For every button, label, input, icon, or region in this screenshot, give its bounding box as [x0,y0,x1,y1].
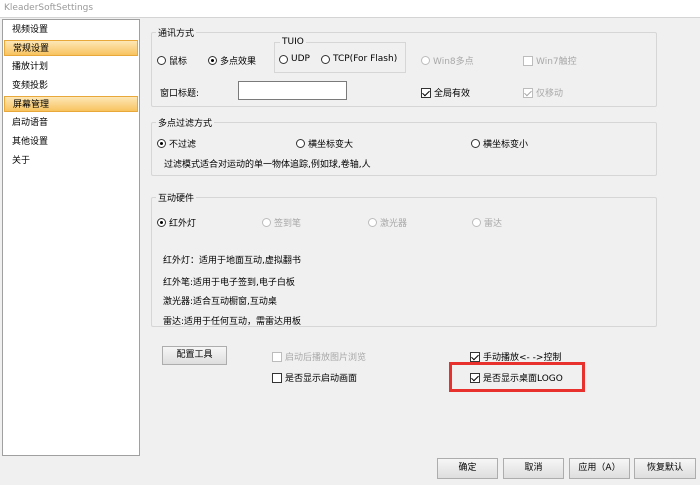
radio-filter-x-down[interactable]: 横坐标变小 [471,137,528,150]
checkbox-show-start-screen[interactable]: 是否显示启动画面 [272,371,357,384]
radio-multitouch-label: 多点效果 [220,57,257,67]
radio-mouse[interactable]: 鼠标 [157,54,187,67]
radio-hw-infrared-label: 红外灯 [169,219,197,229]
checkbox-global[interactable]: 全局有效 [421,86,470,99]
sidebar-item-schedule[interactable]: 播放计划 [4,59,138,75]
sidebar-item-about[interactable]: 关于 [4,153,138,169]
sidebar-item-voice[interactable]: 启动语音 [4,115,138,131]
radio-tcp[interactable]: TCP(For Flash) [321,54,397,64]
hardware-desc-radar: 雷达:适用于任何互动，需雷达用板 [163,317,302,327]
radio-hw-laser[interactable]: 激光器 [368,216,407,229]
radio-hw-pen-indicator [262,218,271,227]
filter-description: 过滤模式适合对运动的单一物体追踪,例如球,卷轴,人 [164,160,371,170]
hardware-group-title: 互动硬件 [156,191,197,204]
checkbox-browse-after-start[interactable]: 启动后播放图片浏览 [272,350,366,363]
checkbox-manual-play-box [470,351,480,362]
radio-hw-radar[interactable]: 雷达 [472,216,502,229]
radio-multitouch[interactable]: 多点效果 [208,54,256,67]
config-tool-button[interactable]: 配置工具 [162,346,227,365]
radio-filter-none[interactable]: 不过滤 [157,137,196,150]
radio-udp-indicator [279,54,288,64]
ok-button[interactable]: 确定 [437,458,498,479]
radio-hw-radar-label: 雷达 [484,219,503,229]
radio-filter-x-up-label: 横坐标变大 [308,140,354,150]
radio-filter-x-up-indicator [296,139,305,148]
apply-button[interactable]: 应用（A） [569,458,630,479]
sidebar-item-general[interactable]: 常规设置 [4,40,138,56]
checkbox-win7-box [523,55,533,66]
radio-filter-x-down-label: 横坐标变小 [483,140,529,150]
radio-mouse-label: 鼠标 [169,57,188,67]
checkbox-global-label: 全局有效 [434,89,471,99]
sidebar-item-video[interactable]: 视频设置 [4,22,138,38]
settings-sidebar: 视频设置 常规设置 播放计划 变频投影 屏幕管理 启动语音 其他设置 关于 [2,19,140,456]
radio-hw-infrared-indicator [157,218,166,227]
window-title: KleaderSoftSettings [4,3,94,13]
checkbox-win7[interactable]: Win7触控 [523,54,577,67]
radio-tcp-label: TCP(For Flash) [333,54,398,64]
radio-multitouch-indicator [208,56,217,65]
radio-filter-none-indicator [157,139,166,148]
radio-hw-laser-indicator [368,218,377,227]
checkbox-browse-after-start-label: 启动后播放图片浏览 [285,353,367,363]
cancel-button[interactable]: 取消 [503,458,564,479]
window-title-input[interactable] [238,81,347,100]
radio-win8-label: Win8多点 [433,57,474,67]
checkbox-move-only-box [523,87,533,98]
hardware-desc-pen: 红外笔:适用于电子签到,电子白板 [163,278,295,288]
logo-option-highlight [449,362,585,392]
radio-udp-label: UDP [291,54,310,64]
comm-group-title: 通讯方式 [156,26,197,39]
checkbox-global-box [421,87,431,98]
radio-hw-pen-label: 签到笔 [274,219,302,229]
radio-filter-x-down-indicator [471,139,480,148]
title-bar: KleaderSoftSettings [0,0,700,17]
checkbox-browse-after-start-box [272,351,282,362]
restore-defaults-button[interactable]: 恢复默认 [634,458,696,479]
radio-tcp-indicator [321,54,330,64]
tuio-title: TUIO [280,37,306,47]
checkbox-show-start-screen-label: 是否显示启动画面 [285,374,358,384]
window-title-label: 窗口标题: [160,89,200,99]
radio-win8[interactable]: Win8多点 [421,54,474,67]
sidebar-item-screen[interactable]: 屏幕管理 [4,96,138,112]
checkbox-show-start-screen-box [272,372,282,383]
radio-hw-laser-label: 激光器 [380,219,408,229]
checkbox-move-only[interactable]: 仅移动 [523,86,563,99]
radio-filter-none-label: 不过滤 [169,140,197,150]
radio-filter-x-up[interactable]: 横坐标变大 [296,137,353,150]
radio-win8-indicator [421,56,430,65]
filter-group-title: 多点过滤方式 [156,116,215,129]
checkbox-win7-label: Win7触控 [536,57,577,67]
radio-hw-radar-indicator [472,218,481,227]
hardware-desc-infrared: 红外灯：适用于地面互动,虚拟翻书 [163,256,301,266]
radio-udp[interactable]: UDP [279,54,310,64]
sidebar-item-other[interactable]: 其他设置 [4,134,138,150]
sidebar-item-projection[interactable]: 变频投影 [4,78,138,94]
checkbox-move-only-label: 仅移动 [536,89,564,99]
radio-mouse-indicator [157,56,166,65]
radio-hw-infrared[interactable]: 红外灯 [157,216,196,229]
radio-hw-pen[interactable]: 签到笔 [262,216,301,229]
hardware-desc-laser: 激光器:适合互动橱窗,互动桌 [163,297,277,307]
